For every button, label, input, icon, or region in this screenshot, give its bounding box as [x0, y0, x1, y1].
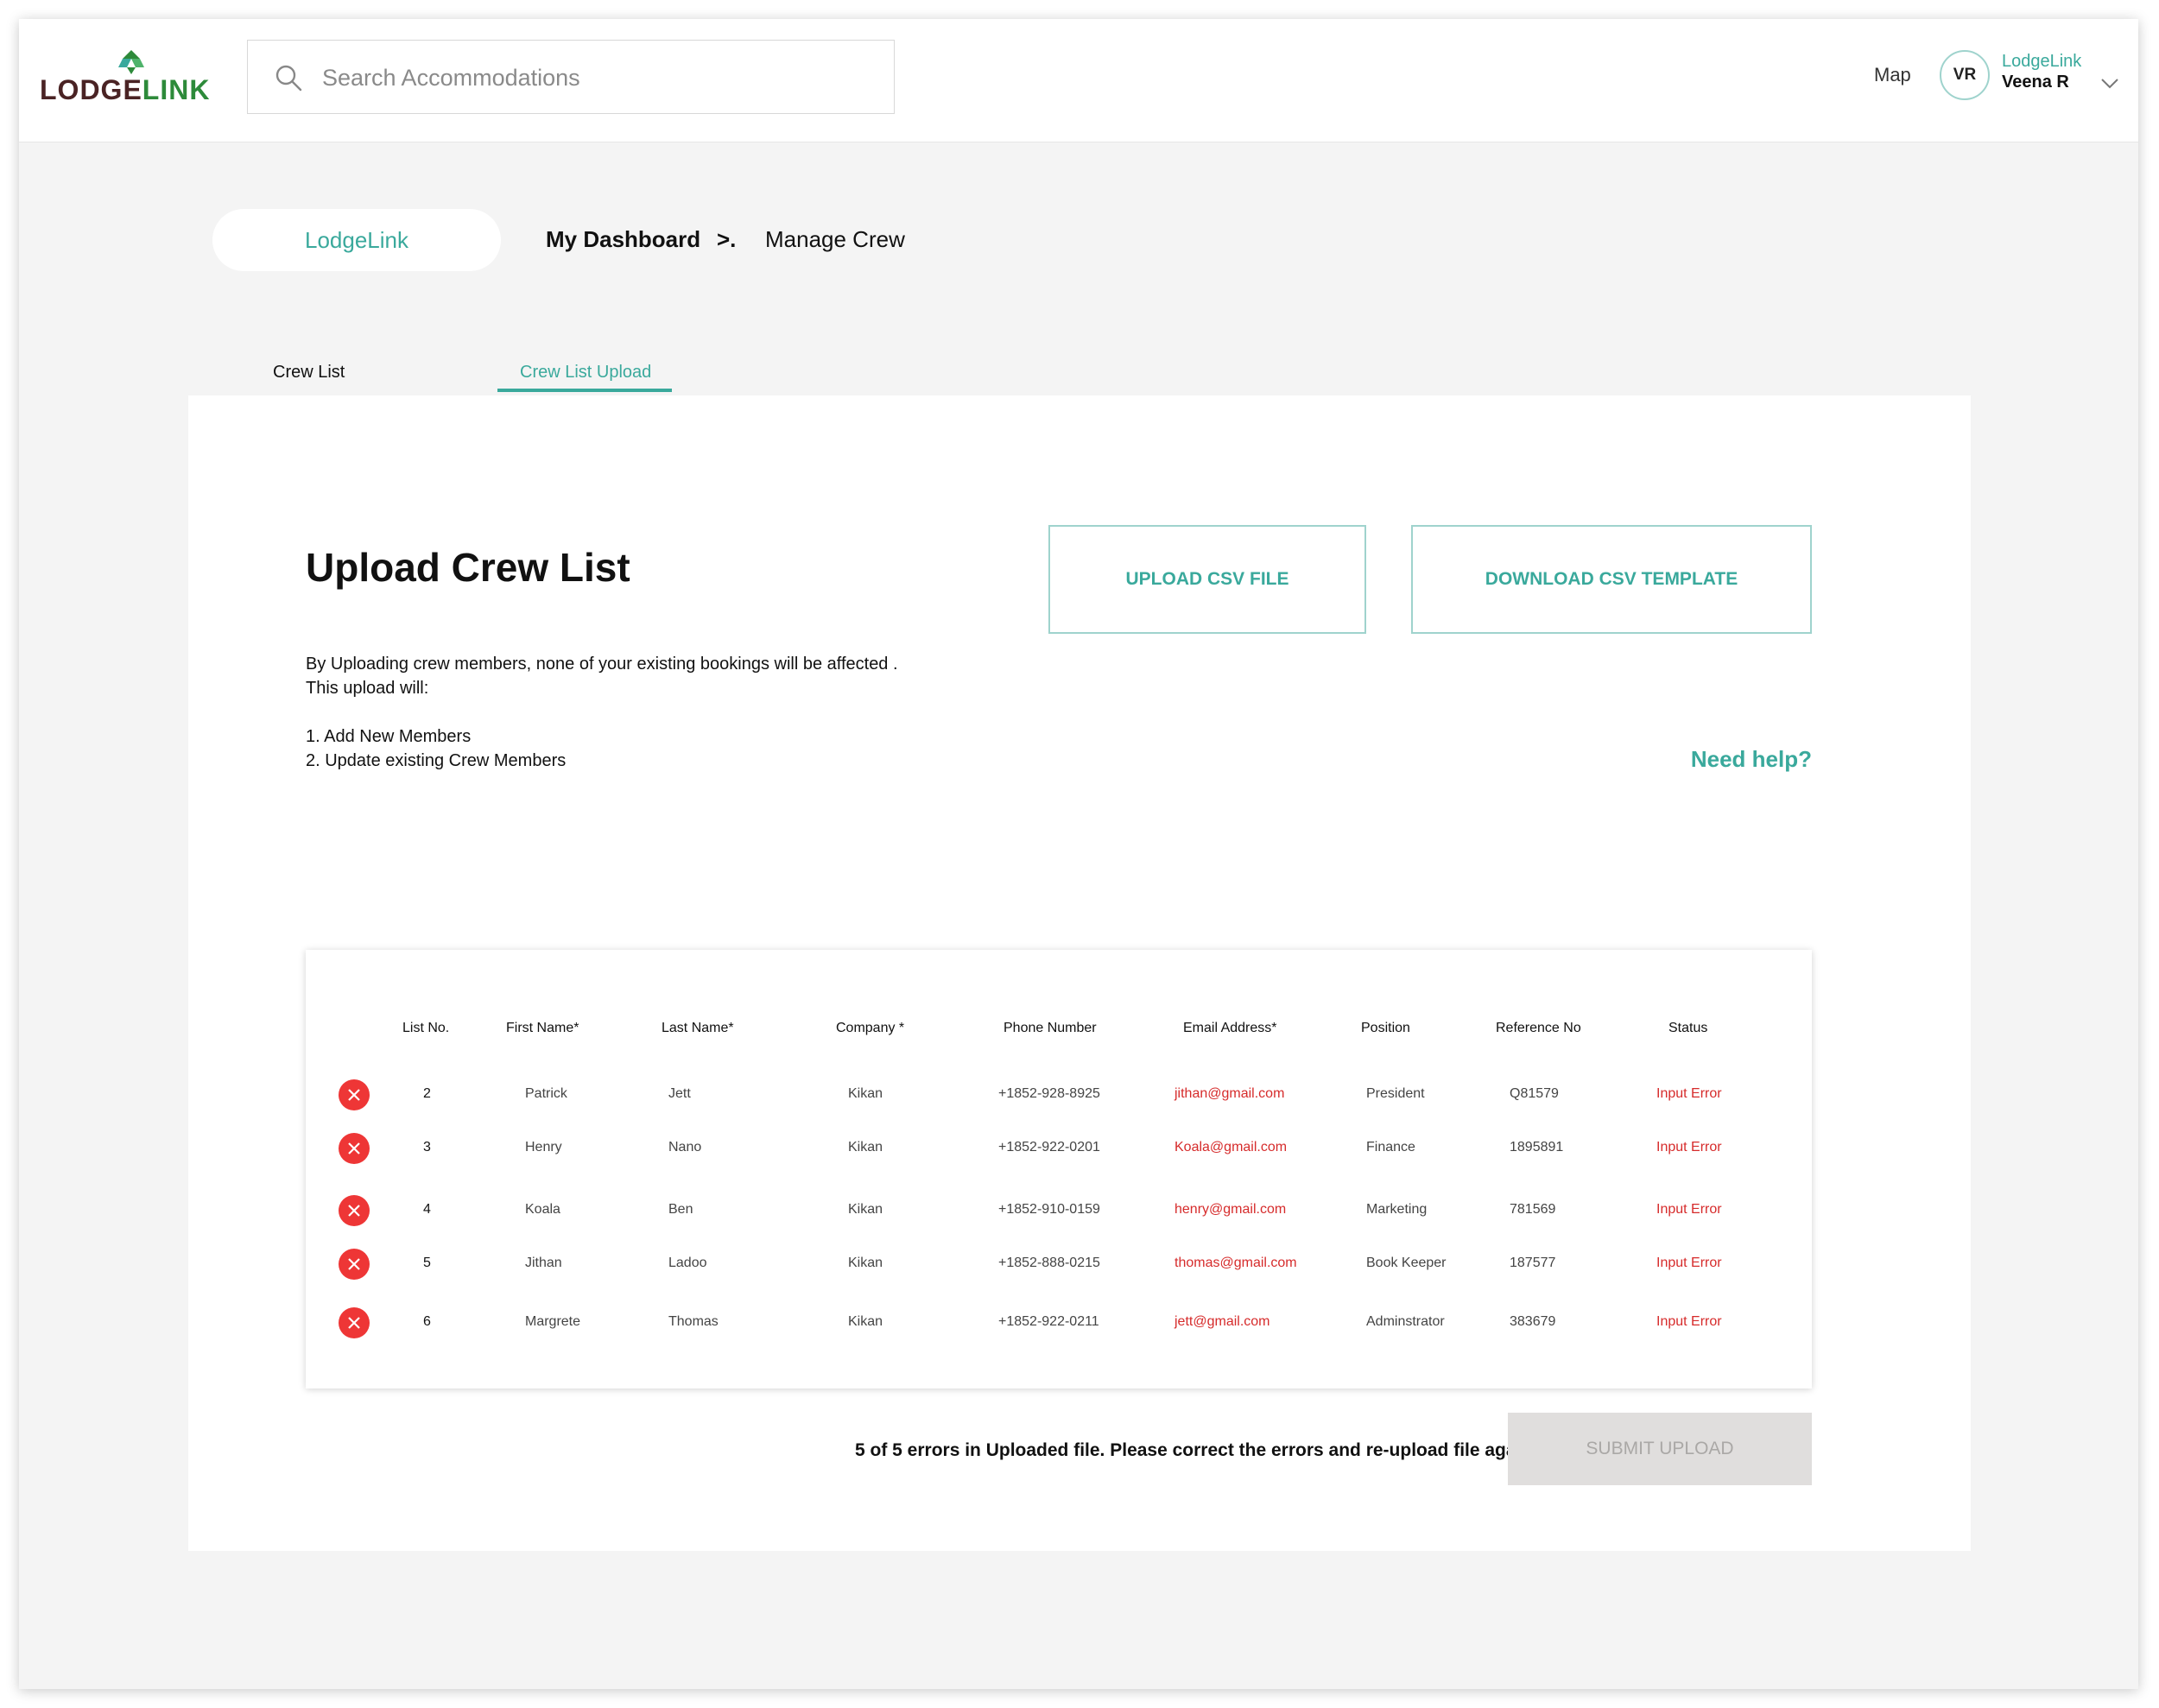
cell-position: Book Keeper — [1366, 1256, 1447, 1270]
upload-effect-item: 2. Update existing Crew Members — [306, 751, 567, 770]
download-csv-template-button[interactable]: DOWNLOAD CSV TEMPLATE — [1411, 525, 1812, 634]
upload-effect-item: 1. Add New Members — [306, 727, 472, 746]
table-row: 2 Patrick Jett Kikan +1852-928-8925 jith… — [306, 1076, 1812, 1119]
table-row: 3 Henry Nano Kikan +1852-922-0201 Koala@… — [306, 1129, 1812, 1173]
logo-wordmark-link: LINK — [142, 74, 211, 105]
table-row: 4 Koala Ben Kikan +1852-910-0159 henry@g… — [306, 1192, 1812, 1235]
cell-first-name: Koala — [525, 1202, 560, 1217]
cell-email: henry@gmail.com — [1174, 1202, 1287, 1217]
cell-list-no: 3 — [423, 1140, 431, 1154]
logo-wordmark: LODGELINK — [40, 74, 210, 106]
cell-reference: Q81579 — [1510, 1086, 1559, 1101]
cell-phone: +1852-928-8925 — [998, 1086, 1100, 1101]
upload-description-intro: This upload will: — [306, 679, 429, 698]
cell-company: Kikan — [848, 1256, 883, 1270]
cell-reference: 187577 — [1510, 1256, 1556, 1270]
cell-status: Input Error — [1656, 1314, 1722, 1329]
cell-last-name: Ben — [668, 1202, 693, 1217]
user-avatar[interactable]: VR — [1940, 50, 1990, 100]
map-link[interactable]: Map — [1874, 64, 1911, 86]
upload-panel: Upload Crew List By Uploading crew membe… — [188, 395, 1971, 1551]
cell-email: Koala@gmail.com — [1174, 1140, 1288, 1154]
active-tab-indicator — [497, 389, 672, 392]
remove-row-icon[interactable] — [339, 1249, 370, 1280]
lodge-roof-icon — [118, 50, 144, 74]
cell-position: Finance — [1366, 1140, 1415, 1154]
submit-upload-button[interactable]: SUBMIT UPLOAD — [1508, 1413, 1812, 1485]
cell-status: Input Error — [1656, 1140, 1722, 1154]
cell-list-no: 2 — [423, 1086, 431, 1101]
cell-phone: +1852-922-0201 — [998, 1140, 1100, 1154]
cell-reference: 383679 — [1510, 1314, 1556, 1329]
table-row: 6 Margrete Thomas Kikan +1852-922-0211 j… — [306, 1304, 1812, 1347]
cell-list-no: 4 — [423, 1202, 431, 1217]
need-help-link[interactable]: Need help? — [1691, 746, 1812, 773]
tab-crew-list-upload[interactable]: Crew List Upload — [520, 363, 651, 383]
column-header-list-no: List No. — [402, 1021, 450, 1035]
cell-company: Kikan — [848, 1140, 883, 1154]
breadcrumb-dashboard[interactable]: My Dashboard — [546, 226, 700, 253]
cell-first-name: Jithan — [525, 1256, 562, 1270]
cell-position: Adminstrator — [1366, 1314, 1445, 1329]
cell-status: Input Error — [1656, 1202, 1722, 1217]
upload-error-summary: 5 of 5 errors in Uploaded file. Please c… — [855, 1440, 1538, 1460]
column-header-status: Status — [1668, 1021, 1708, 1035]
column-header-position: Position — [1361, 1021, 1410, 1035]
column-header-company: Company * — [836, 1021, 905, 1035]
column-header-reference: Reference No — [1496, 1021, 1581, 1035]
breadcrumb-separator: >. — [717, 226, 737, 252]
cell-email: jett@gmail.com — [1174, 1314, 1270, 1329]
crew-upload-table: List No. First Name* Last Name* Company … — [306, 950, 1812, 1389]
lodgelink-logo[interactable]: LODGELINK — [40, 50, 212, 119]
cell-first-name: Henry — [525, 1140, 562, 1154]
tab-crew-list[interactable]: Crew List — [273, 363, 345, 383]
cell-company: Kikan — [848, 1314, 883, 1329]
cell-last-name: Thomas — [668, 1314, 719, 1329]
page-title: Upload Crew List — [306, 545, 630, 590]
cell-first-name: Patrick — [525, 1086, 567, 1101]
search-bar[interactable] — [247, 40, 895, 114]
remove-row-icon[interactable] — [339, 1133, 370, 1164]
cell-phone: +1852-910-0159 — [998, 1202, 1100, 1217]
column-header-email: Email Address* — [1183, 1021, 1277, 1035]
column-header-first-name: First Name* — [506, 1021, 579, 1035]
breadcrumb-brand-pill[interactable]: LodgeLink — [212, 209, 501, 271]
cell-status: Input Error — [1656, 1086, 1722, 1101]
app-window: LODGELINK Map VR LodgeLink Veena R Lodge… — [19, 19, 2138, 1689]
cell-status: Input Error — [1656, 1256, 1722, 1270]
logo-wordmark-lodge: LODGE — [40, 74, 142, 105]
cell-phone: +1852-888-0215 — [998, 1256, 1100, 1270]
top-navigation-bar: LODGELINK Map VR LodgeLink Veena R — [19, 19, 2138, 142]
cell-reference: 1895891 — [1510, 1140, 1564, 1154]
cell-position: President — [1366, 1086, 1425, 1101]
user-name: Veena R — [2002, 73, 2069, 92]
column-header-phone: Phone Number — [1004, 1021, 1097, 1035]
search-input[interactable] — [320, 56, 877, 99]
search-icon — [275, 65, 302, 92]
cell-company: Kikan — [848, 1202, 883, 1217]
cell-email: jithan@gmail.com — [1174, 1086, 1285, 1101]
cell-last-name: Nano — [668, 1140, 702, 1154]
user-organization: LodgeLink — [2002, 52, 2082, 71]
remove-row-icon[interactable] — [339, 1195, 370, 1226]
cell-list-no: 6 — [423, 1314, 431, 1329]
column-header-last-name: Last Name* — [662, 1021, 734, 1035]
remove-row-icon[interactable] — [339, 1307, 370, 1338]
breadcrumb-current: Manage Crew — [765, 226, 905, 252]
cell-list-no: 5 — [423, 1256, 431, 1270]
cell-last-name: Ladoo — [668, 1256, 707, 1270]
cell-phone: +1852-922-0211 — [998, 1314, 1099, 1329]
cell-email: thomas@gmail.com — [1174, 1256, 1297, 1270]
cell-position: Marketing — [1366, 1202, 1428, 1217]
table-row: 5 Jithan Ladoo Kikan +1852-888-0215 thom… — [306, 1245, 1812, 1288]
cell-company: Kikan — [848, 1086, 883, 1101]
upload-description: By Uploading crew members, none of your … — [306, 655, 898, 674]
chevron-down-icon[interactable] — [2100, 78, 2119, 90]
cell-last-name: Jett — [668, 1086, 691, 1101]
cell-first-name: Margrete — [525, 1314, 581, 1329]
cell-reference: 781569 — [1510, 1202, 1556, 1217]
upload-csv-button[interactable]: UPLOAD CSV FILE — [1048, 525, 1366, 634]
remove-row-icon[interactable] — [339, 1079, 370, 1110]
